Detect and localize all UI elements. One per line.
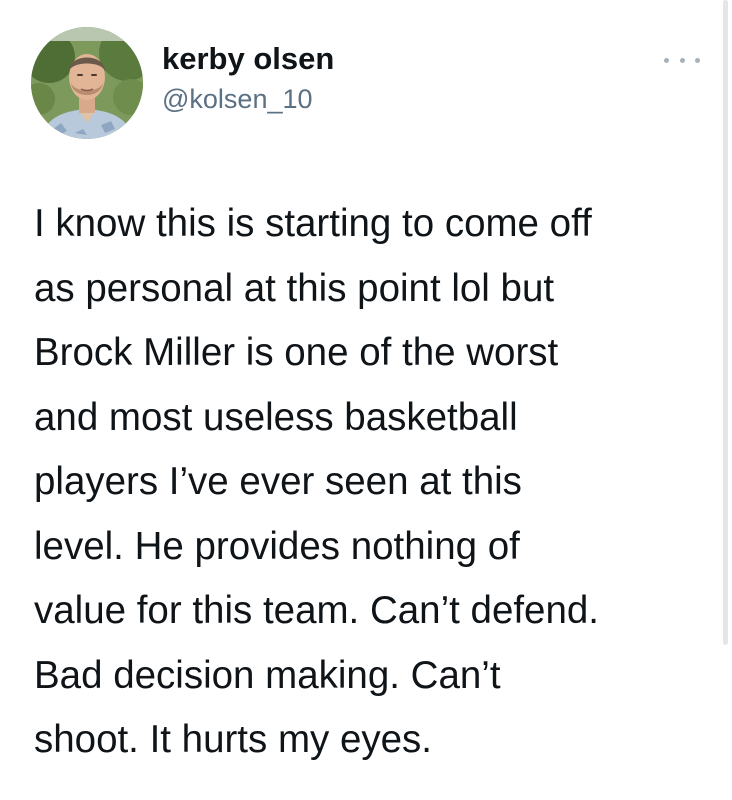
tweet-text-line: Brock Miller is one of the worst xyxy=(34,331,559,374)
avatar[interactable] xyxy=(31,27,143,139)
tweet-text-line: as personal at this point lol but xyxy=(34,266,555,310)
tweet-text-line: value for this team. Can’t defend. xyxy=(34,589,599,632)
tweet-text-line: and most useless basketball xyxy=(34,395,518,439)
tweet-text-line: level. He provides nothing of xyxy=(34,524,520,568)
tweet-text-line: Bad decision making. Can’t xyxy=(34,653,501,697)
author-handle[interactable]: @kolsen_10 xyxy=(162,82,313,116)
scrollbar[interactable] xyxy=(723,0,728,645)
author-name[interactable]: kerby olsen xyxy=(162,40,334,78)
more-dots-icon xyxy=(695,57,700,63)
tweet: kerby olsen @kolsen_10 I know this is st… xyxy=(0,0,732,800)
tweet-text-line: shoot. It hurts my eyes. xyxy=(34,718,432,761)
more-options-button[interactable] xyxy=(664,50,700,70)
more-dots-icon xyxy=(664,57,669,63)
tweet-text-line: players I’ve ever seen at this xyxy=(34,460,522,503)
tweet-text: I know this is starting to come off as p… xyxy=(34,192,714,773)
profile-photo xyxy=(31,27,143,139)
more-dots-icon xyxy=(679,57,685,63)
tweet-text-line: I know this is starting to come off xyxy=(34,202,592,245)
